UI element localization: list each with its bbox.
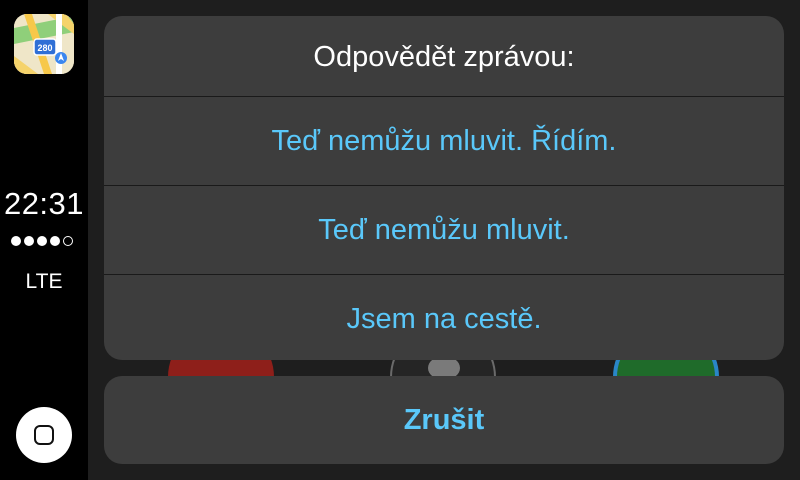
- home-button[interactable]: [16, 407, 72, 463]
- maps-icon-graphic: 280: [14, 14, 74, 74]
- maps-icon[interactable]: 280: [14, 14, 74, 74]
- network-type: LTE: [25, 270, 63, 293]
- carplay-screen: 280 22:31 LTE Odpovědět zprávou: Teď nem…: [0, 0, 800, 480]
- reply-option-driving[interactable]: Teď nemůžu mluvit. Řídím.: [104, 96, 784, 185]
- clock-time: 22:31: [3, 186, 85, 221]
- cancel-button[interactable]: Zrušit: [104, 376, 784, 464]
- signal-dot-empty: [63, 236, 73, 246]
- signal-dot: [37, 236, 47, 246]
- home-icon: [34, 425, 54, 445]
- signal-strength-icon: [11, 235, 81, 247]
- sidebar: 280 22:31 LTE: [0, 0, 88, 480]
- reply-option-cant-talk[interactable]: Teď nemůžu mluvit.: [104, 185, 784, 274]
- signal-dot: [24, 236, 34, 246]
- signal-dot: [50, 236, 60, 246]
- sheet-title: Odpovědět zprávou:: [313, 41, 575, 73]
- reply-option-on-my-way[interactable]: Jsem na cestě.: [104, 274, 784, 360]
- signal-dot: [11, 236, 21, 246]
- reply-action-sheet: Odpovědět zprávou: Teď nemůžu mluvit. Ří…: [104, 16, 784, 360]
- route-number: 280: [37, 43, 52, 53]
